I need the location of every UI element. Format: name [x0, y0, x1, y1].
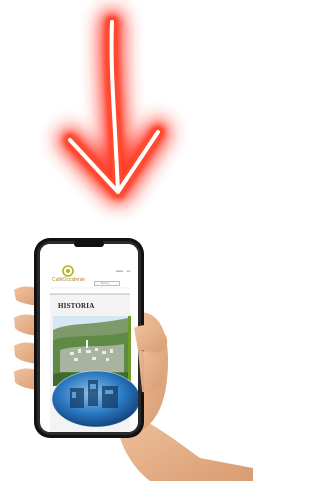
- nav-language-link[interactable]: Es: [127, 269, 131, 273]
- search-input[interactable]: Buscar: [94, 281, 120, 286]
- page-heading: HISTORIA: [58, 302, 95, 310]
- nav-home-link[interactable]: Inicio: [116, 269, 123, 273]
- brand-name: CaféOccidente: [52, 277, 86, 283]
- down-arrow-icon: [57, 9, 171, 205]
- hand-holding-phone: [14, 238, 253, 481]
- phone-nav: Inicio Es: [116, 269, 131, 273]
- down-arrow-graphic: [40, 0, 190, 225]
